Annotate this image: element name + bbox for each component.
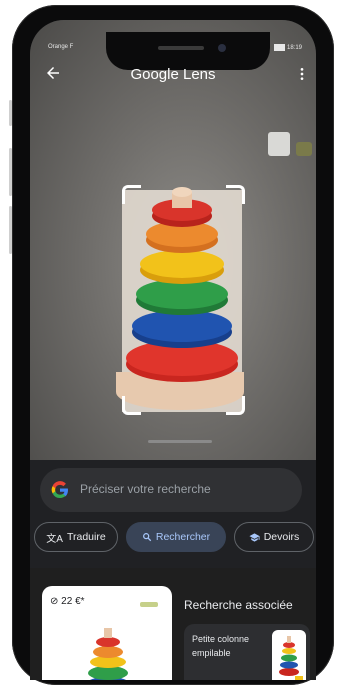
side-button	[9, 206, 12, 254]
crop-handle[interactable]	[226, 185, 245, 204]
chip-traduire[interactable]: 文A Traduire	[34, 522, 118, 552]
related-search-title: Recherche associée	[184, 598, 293, 612]
time-label: 18:19	[287, 45, 303, 52]
screen: Orange F 18:19 Google Lens Préciser votr…	[30, 20, 316, 680]
chip-label: Devoirs	[263, 531, 300, 543]
search-icon	[142, 533, 152, 542]
title-google: Google	[130, 66, 179, 83]
translate-icon: 文A	[46, 533, 63, 545]
related-thumbnail	[272, 630, 306, 680]
chip-label: Traduire	[66, 531, 106, 543]
status-time: 18:19	[274, 44, 302, 51]
brand-logo	[140, 602, 158, 607]
chip-rechercher[interactable]: Rechercher	[126, 522, 226, 552]
speaker	[158, 46, 204, 50]
side-button	[9, 100, 12, 126]
front-camera	[218, 44, 226, 52]
crop-handle[interactable]	[226, 396, 245, 415]
app-title: Google Lens	[30, 66, 316, 83]
title-lens: Lens	[183, 66, 216, 83]
crop-handle[interactable]	[122, 185, 141, 204]
product-thumbnail	[88, 628, 128, 680]
google-g-icon	[50, 480, 70, 500]
school-icon	[249, 532, 260, 542]
crop-handle[interactable]	[122, 396, 141, 415]
tag-icon: ⊘	[50, 596, 59, 607]
chip-devoirs[interactable]: Devoirs	[234, 522, 314, 552]
carrier-label: Orange F	[48, 44, 74, 50]
results-panel: ⊘ 22 €* Recherche associée Petite colonn…	[30, 568, 316, 680]
chip-label: Rechercher	[155, 531, 211, 543]
battery-icon	[274, 44, 285, 51]
price-tag: ⊘ 22 €*	[50, 596, 85, 607]
stacking-toy-image	[116, 187, 244, 443]
related-item-label: Petite colonne empilable	[192, 634, 250, 658]
related-search-card[interactable]: Petite colonne empilable	[184, 624, 310, 680]
search-input[interactable]: Préciser votre recherche	[80, 482, 211, 496]
result-card[interactable]: ⊘ 22 €*	[42, 586, 172, 680]
notch	[106, 32, 270, 70]
camera-viewfinder	[30, 20, 316, 460]
side-button	[9, 148, 12, 196]
search-bar[interactable]: Préciser votre recherche	[40, 468, 302, 512]
more-vert-icon[interactable]	[294, 66, 310, 87]
price-label: 22 €*	[61, 596, 85, 607]
